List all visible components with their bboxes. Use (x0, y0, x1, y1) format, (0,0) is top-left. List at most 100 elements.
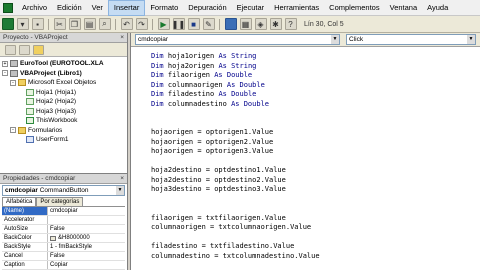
property-value[interactable]: 1 - fmBackStyle (48, 243, 125, 251)
menu-item[interactable]: Ayuda (422, 0, 453, 16)
property-name: BackStyle (2, 243, 48, 251)
menu-item[interactable]: Herramientas (269, 0, 324, 16)
menu-item[interactable]: Formato (145, 0, 183, 16)
object-combo[interactable]: cmdcopiar ▼ (135, 34, 340, 45)
project-toolbar (0, 43, 127, 57)
break-icon[interactable]: ❚❚ (172, 18, 185, 30)
code-keyword: Dim (151, 71, 168, 79)
code-text: hojaorigen = optorigen3.Value (151, 147, 274, 155)
code-text: hoja2origen (167, 61, 219, 70)
code-keyword: As String (218, 61, 257, 70)
property-value[interactable]: Copiar (48, 261, 125, 269)
close-icon[interactable]: × (120, 33, 127, 42)
code-line: hoja2destino = optdestino1.Value (151, 166, 480, 176)
view-code-icon[interactable] (4, 44, 16, 55)
object-selector[interactable]: cmdcopiar CommandButton ▼ (2, 185, 125, 196)
object-browser-icon[interactable]: ◈ (254, 18, 267, 30)
object-combo-value: cmdcopiar (138, 36, 168, 43)
view-excel-icon[interactable] (1, 18, 14, 30)
code-line: Dim filadestino As Double (151, 90, 480, 100)
property-value[interactable] (48, 216, 125, 224)
chevron-down-icon[interactable]: ▼ (467, 35, 475, 44)
reset-icon[interactable]: ■ (187, 18, 200, 30)
properties-tab[interactable]: Alfabética (2, 197, 37, 206)
excel-icon[interactable] (3, 2, 13, 13)
properties-grid: (Name) cmdcopiar Accelerator AutoSize False B… (2, 207, 125, 270)
tree-item[interactable]: Hoja3 (Hoja3) (2, 107, 125, 117)
code-keyword: Dim (151, 80, 168, 89)
tree-item-label: Formularios (28, 126, 63, 134)
property-value[interactable]: False (48, 225, 125, 233)
toolbar-separator (48, 18, 49, 30)
undo-icon[interactable]: ↶ (120, 18, 133, 30)
property-row[interactable]: Cancel False (2, 252, 125, 261)
view-object-icon[interactable] (18, 44, 30, 55)
folder-icon (18, 79, 26, 87)
copy-icon[interactable]: ❐ (68, 18, 81, 30)
procedure-combo[interactable]: Click ▼ (346, 34, 476, 45)
close-icon[interactable]: × (120, 174, 127, 183)
tree-item[interactable]: - VBAProject (Libro1) (2, 69, 125, 79)
project-explorer-title: Proyecto - VBAProject × (0, 33, 127, 43)
expand-icon[interactable]: + (2, 60, 8, 67)
tree-item[interactable]: ThisWorkbook (2, 116, 125, 126)
chevron-down-icon[interactable]: ▼ (116, 186, 124, 195)
chevron-down-icon[interactable]: ▼ (331, 35, 339, 44)
folder-icon (18, 126, 26, 134)
property-row[interactable]: AutoSize False (2, 225, 125, 234)
properties-window-icon[interactable]: ▦ (239, 18, 252, 30)
property-value[interactable]: cmdcopiar (48, 207, 125, 215)
property-row[interactable]: Caption Copiar (2, 261, 125, 270)
menu-item[interactable]: Depuración (183, 0, 231, 16)
property-value[interactable]: False (48, 252, 125, 260)
collapse-icon[interactable]: - (2, 70, 8, 77)
design-mode-icon[interactable]: ✎ (202, 18, 215, 30)
property-row[interactable]: (Name) cmdcopiar (2, 207, 125, 216)
properties-tab[interactable]: Por categorías (36, 197, 84, 206)
menu-item[interactable]: Ver (87, 0, 108, 16)
toolbox-icon[interactable]: ✱ (269, 18, 282, 30)
menu-item[interactable]: Ventana (385, 0, 423, 16)
property-value[interactable]: &H8000000 (48, 234, 125, 242)
menu-item[interactable]: Edición (52, 0, 87, 16)
property-row[interactable]: Accelerator (2, 216, 125, 225)
collapse-icon[interactable]: - (10, 127, 16, 134)
project-explorer-icon[interactable] (224, 18, 237, 30)
project-icon (10, 69, 18, 77)
code-keyword: Dim (151, 61, 168, 70)
save-icon[interactable]: ▪ (31, 18, 44, 30)
form-icon (26, 136, 34, 144)
menu-item[interactable]: Ejecutar (232, 0, 270, 16)
collapse-icon[interactable]: - (10, 79, 16, 86)
paste-icon[interactable]: ▤ (83, 18, 96, 30)
cut-icon[interactable]: ✂ (53, 18, 66, 30)
tree-item-label: Microsoft Excel Objetos (28, 79, 97, 87)
tree-item[interactable]: Hoja1 (Hoja1) (2, 88, 125, 98)
run-icon[interactable]: ▶ (157, 18, 170, 30)
toggle-folders-icon[interactable] (32, 44, 44, 55)
find-icon[interactable]: ⌕ (98, 18, 111, 30)
help-icon[interactable]: ? (284, 18, 297, 30)
tree-item[interactable]: - Formularios (2, 126, 125, 136)
menu-item[interactable]: Complementos (324, 0, 384, 16)
menu-item[interactable]: Insertar (107, 0, 146, 16)
tree-item[interactable]: Hoja2 (Hoja2) (2, 97, 125, 107)
object-selector-name: cmdcopiar (5, 187, 38, 194)
property-row[interactable]: BackColor &H8000000 (2, 234, 125, 243)
properties-title: Propiedades - cmdcopiar × (0, 174, 127, 184)
code-text: columnadestino (167, 99, 232, 108)
code-editor[interactable]: Dim hoja1origen As String Dim hoja2origen… (131, 47, 480, 270)
redo-icon[interactable]: ↷ (135, 18, 148, 30)
cursor-position: Lín 30, Col 5 (304, 20, 344, 28)
insert-userform-icon[interactable]: ▾ (16, 18, 29, 30)
standard-toolbar: ▾ ▪ ✂ ❐ ▤ ⌕ ↶ ↷ ▶ ❚❚ ■ ✎ ▦ ◈ ✱ ? Lín 30,… (0, 16, 480, 33)
tree-item[interactable]: + EuroTool (EUROTOOL.XLA (2, 59, 125, 69)
tree-item[interactable]: UserForm1 (2, 135, 125, 145)
project-explorer-title-text: Proyecto - VBAProject (3, 34, 68, 41)
property-row[interactable]: BackStyle 1 - fmBackStyle (2, 243, 125, 252)
tree-item[interactable]: - Microsoft Excel Objetos (2, 78, 125, 88)
menu-item[interactable]: Archivo (17, 0, 52, 16)
